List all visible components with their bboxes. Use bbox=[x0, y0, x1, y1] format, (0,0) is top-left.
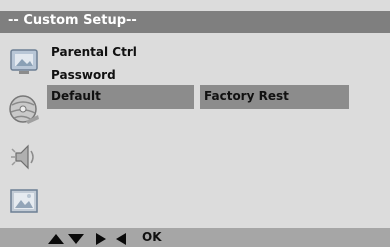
down-arrow-icon bbox=[68, 234, 84, 244]
right-arrow-icon bbox=[96, 233, 106, 245]
disc-icon[interactable] bbox=[6, 93, 42, 127]
nav-arrows bbox=[48, 233, 126, 245]
menu-item-parental-ctrl[interactable]: Parental Ctrl bbox=[51, 45, 137, 59]
title-bar: -- Custom Setup-- bbox=[0, 11, 390, 33]
default-option-factory-rest[interactable]: Factory Rest bbox=[200, 85, 349, 109]
ok-label: OK bbox=[142, 230, 162, 244]
setup-screen: -- Custom Setup-- Parental Ctrl Password… bbox=[0, 0, 390, 247]
up-arrow-icon bbox=[48, 234, 64, 244]
menu-item-password[interactable]: Password bbox=[51, 68, 116, 82]
menu-item-default[interactable]: Default bbox=[47, 85, 194, 109]
audio-speaker-icon[interactable] bbox=[6, 140, 42, 174]
picture-icon[interactable] bbox=[6, 184, 42, 218]
menu-item-default-label: Default bbox=[51, 89, 101, 103]
tv-setup-icon[interactable] bbox=[6, 44, 42, 78]
page-title: -- Custom Setup-- bbox=[8, 13, 137, 28]
factory-rest-label: Factory Rest bbox=[204, 89, 289, 103]
left-arrow-icon bbox=[116, 233, 126, 245]
footer-bar: OK bbox=[0, 228, 390, 247]
